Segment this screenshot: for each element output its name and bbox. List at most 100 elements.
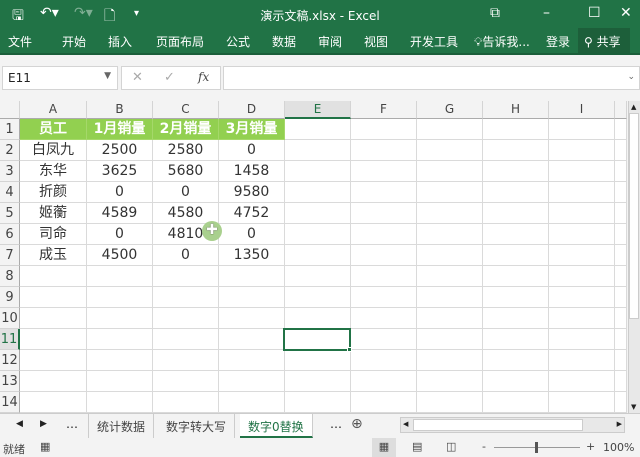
column-header-g[interactable]: G xyxy=(417,101,483,119)
table-cell[interactable]: 1350 xyxy=(219,245,285,266)
table-cell[interactable]: 9580 xyxy=(219,182,285,203)
row-header-4[interactable]: 4 xyxy=(0,182,20,203)
scroll-left-icon[interactable]: ◀ xyxy=(403,420,408,428)
empty-cell[interactable] xyxy=(549,329,615,350)
empty-cell[interactable] xyxy=(417,392,483,413)
horizontal-scroll-thumb[interactable] xyxy=(413,419,583,431)
empty-cell[interactable] xyxy=(87,308,153,329)
empty-cell[interactable] xyxy=(615,203,627,224)
prev-sheet-icon[interactable]: ◀ xyxy=(16,419,23,429)
empty-cell[interactable] xyxy=(87,392,153,413)
empty-cell[interactable] xyxy=(549,119,615,140)
table-cell[interactable]: 折颜 xyxy=(20,182,87,203)
empty-cell[interactable] xyxy=(549,245,615,266)
empty-cell[interactable] xyxy=(549,224,615,245)
empty-cell[interactable] xyxy=(87,266,153,287)
empty-cell[interactable] xyxy=(285,287,351,308)
empty-cell[interactable] xyxy=(615,224,627,245)
tell-me-box[interactable]: 💡︎告诉我... xyxy=(474,33,530,50)
column-header-a[interactable]: A xyxy=(20,101,87,119)
next-sheet-icon[interactable]: ▶ xyxy=(40,419,47,429)
empty-cell[interactable] xyxy=(285,371,351,392)
empty-cell[interactable] xyxy=(483,266,549,287)
empty-cell[interactable] xyxy=(87,329,153,350)
empty-cell[interactable] xyxy=(483,350,549,371)
empty-cell[interactable] xyxy=(153,287,219,308)
select-all-button[interactable] xyxy=(0,101,20,119)
empty-cell[interactable] xyxy=(417,161,483,182)
row-header-11[interactable]: 11 xyxy=(0,329,20,350)
column-header-f[interactable]: F xyxy=(351,101,417,119)
table-cell[interactable]: 0 xyxy=(153,245,219,266)
table-cell[interactable]: 4500 xyxy=(87,245,153,266)
empty-cell[interactable] xyxy=(351,308,417,329)
empty-cell[interactable] xyxy=(483,371,549,392)
empty-cell[interactable] xyxy=(549,350,615,371)
empty-cell[interactable] xyxy=(615,140,627,161)
scroll-right-icon[interactable]: ▶ xyxy=(617,420,622,428)
empty-cell[interactable] xyxy=(615,329,627,350)
empty-cell[interactable] xyxy=(219,266,285,287)
empty-cell[interactable] xyxy=(351,329,417,350)
normal-view-icon[interactable]: ▦ xyxy=(372,438,396,457)
empty-cell[interactable] xyxy=(87,371,153,392)
empty-cell[interactable] xyxy=(549,392,615,413)
tab-review[interactable]: 审阅 xyxy=(318,33,342,50)
empty-cell[interactable] xyxy=(549,203,615,224)
empty-cell[interactable] xyxy=(483,224,549,245)
vertical-scroll-thumb[interactable] xyxy=(629,113,639,319)
empty-cell[interactable] xyxy=(20,350,87,371)
table-cell[interactable]: 成玉 xyxy=(20,245,87,266)
empty-cell[interactable] xyxy=(219,287,285,308)
empty-cell[interactable] xyxy=(285,266,351,287)
empty-cell[interactable] xyxy=(417,371,483,392)
page-layout-view-icon[interactable]: ▤ xyxy=(412,440,422,453)
empty-cell[interactable] xyxy=(417,203,483,224)
empty-cell[interactable] xyxy=(483,329,549,350)
empty-cell[interactable] xyxy=(615,287,627,308)
empty-cell[interactable] xyxy=(153,266,219,287)
empty-cell[interactable] xyxy=(153,350,219,371)
empty-cell[interactable] xyxy=(20,266,87,287)
enter-icon[interactable]: ✓ xyxy=(164,70,175,85)
row-header-12[interactable]: 12 xyxy=(0,350,20,371)
page-break-view-icon[interactable]: ◫ xyxy=(446,440,456,453)
empty-cell[interactable] xyxy=(285,161,351,182)
table-cell[interactable]: 4589 xyxy=(87,203,153,224)
empty-cell[interactable] xyxy=(615,119,627,140)
scroll-down-icon[interactable]: ▼ xyxy=(631,403,636,411)
table-cell[interactable]: 0 xyxy=(87,224,153,245)
row-header-9[interactable]: 9 xyxy=(0,287,20,308)
empty-cell[interactable] xyxy=(549,287,615,308)
empty-cell[interactable] xyxy=(615,371,627,392)
empty-cell[interactable] xyxy=(351,203,417,224)
empty-cell[interactable] xyxy=(417,182,483,203)
row-header-8[interactable]: 8 xyxy=(0,266,20,287)
empty-cell[interactable] xyxy=(417,308,483,329)
zoom-level[interactable]: 100% xyxy=(603,441,634,454)
row-header-1[interactable]: 1 xyxy=(0,119,20,140)
macro-record-icon[interactable]: ▦ xyxy=(40,440,50,453)
zoom-in-button[interactable]: + xyxy=(586,440,595,453)
column-header-i[interactable]: I xyxy=(549,101,615,119)
fill-handle[interactable] xyxy=(347,347,352,352)
table-header-cell[interactable]: 1月销量 xyxy=(87,119,153,140)
table-cell[interactable]: 0 xyxy=(87,182,153,203)
empty-cell[interactable] xyxy=(219,308,285,329)
empty-cell[interactable] xyxy=(219,371,285,392)
table-cell[interactable]: 2500 xyxy=(87,140,153,161)
empty-cell[interactable] xyxy=(351,224,417,245)
column-header-h[interactable]: H xyxy=(483,101,549,119)
empty-cell[interactable] xyxy=(351,266,417,287)
sheet-tab[interactable]: 数字转大写 xyxy=(158,414,236,438)
empty-cell[interactable] xyxy=(153,371,219,392)
sheet-tab-active[interactable]: 数字0替换 xyxy=(240,414,313,438)
table-header-cell[interactable]: 员工 xyxy=(20,119,87,140)
zoom-out-button[interactable]: - xyxy=(482,440,486,453)
empty-cell[interactable] xyxy=(351,182,417,203)
table-cell[interactable]: 司命 xyxy=(20,224,87,245)
empty-cell[interactable] xyxy=(417,245,483,266)
empty-cell[interactable] xyxy=(285,182,351,203)
empty-cell[interactable] xyxy=(615,308,627,329)
empty-cell[interactable] xyxy=(549,140,615,161)
